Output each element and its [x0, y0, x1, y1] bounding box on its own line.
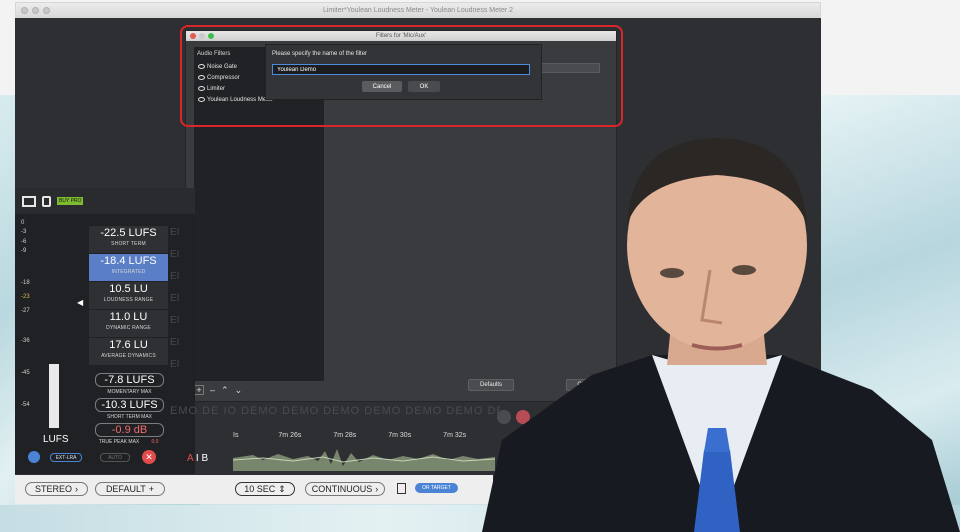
time-span-label: 10 SEC — [244, 484, 276, 494]
ext-lra-toggle[interactable]: EXT-LRA — [50, 453, 82, 462]
presenter-video — [482, 138, 960, 532]
move-up-button[interactable]: ⌃ — [221, 385, 229, 396]
ab-switch[interactable]: A I B — [187, 453, 208, 464]
stat-label: DYNAMIC RANGE — [106, 325, 151, 331]
demo-watermark-row: EMO DE IO DEMO DEMO DEMO DEMO DEMO DEMO … — [170, 405, 500, 417]
ab-separator: I — [195, 453, 199, 464]
lufs-unit-label: LUFS — [43, 434, 69, 445]
buy-pro-button[interactable]: BUY PRO — [57, 197, 84, 205]
stat-value: 10.5 LU — [109, 283, 148, 295]
stat-label: LOUDNESS RANGE — [103, 297, 154, 303]
default-label: DEFAULT — [105, 484, 146, 494]
scale-tick: -3 — [21, 229, 27, 235]
stat-value: 17.6 LU — [109, 339, 148, 351]
reset-button[interactable]: ✕ — [142, 450, 156, 464]
true-peak-extra: 0.0 — [151, 439, 159, 445]
ab-b[interactable]: B — [201, 453, 208, 464]
meter-logo-icon[interactable] — [22, 195, 36, 207]
momentary-max-label: MOMENTARY MAX — [107, 389, 152, 395]
stat-integrated[interactable]: -18.4 LUFS INTEGRATED — [89, 254, 168, 281]
move-down-button[interactable]: ⌄ — [235, 385, 243, 396]
stat-value: -22.5 LUFS — [100, 227, 157, 239]
demo-watermark: EI — [170, 337, 180, 348]
scale-tick: 0 — [21, 220, 25, 226]
short-term-max-label: SHORT TERM MAX — [106, 414, 152, 420]
scale-tick: -6 — [21, 239, 27, 245]
waveform-graph[interactable] — [233, 445, 495, 471]
chevron-right-icon: › — [375, 484, 379, 494]
demo-watermark: EI — [170, 359, 180, 370]
file-icon[interactable] — [397, 483, 406, 494]
loudness-meter-panel: BUY PRO 0 -3 -6 -9 -18 -23 -27 -36 -45 -… — [15, 188, 195, 474]
demo-watermark: EI — [170, 249, 180, 260]
host-titlebar: Limiter*Youlean Loudness Meter - Youlean… — [16, 3, 820, 19]
stat-value: -18.4 LUFS — [100, 255, 157, 267]
timeline-tick: 7m 28s — [333, 432, 357, 439]
momentary-max-value[interactable]: -7.8 LUFS — [95, 373, 164, 387]
stat-label: SHORT TERM — [111, 241, 146, 247]
scale-tick: -27 — [21, 308, 30, 314]
demo-watermark: EI — [170, 271, 180, 282]
or-target-button[interactable]: OR TARGET — [415, 483, 458, 493]
stat-label: AVERAGE DYNAMICS — [101, 353, 156, 359]
stat-short-term[interactable]: -22.5 LUFS SHORT TERM — [89, 226, 168, 253]
short-term-max-value[interactable]: -10.3 LUFS — [95, 398, 164, 412]
default-dropdown[interactable]: DEFAULT + — [95, 482, 165, 496]
remove-filter-button[interactable]: – — [210, 385, 215, 395]
continuous-dropdown[interactable]: CONTINUOUS › — [305, 482, 385, 496]
ab-a[interactable]: A — [187, 453, 193, 464]
chevron-right-icon: › — [75, 484, 78, 494]
timeline-tick: 7m 32s — [443, 432, 467, 439]
timeline-tick: 7m 30s — [388, 432, 412, 439]
highlight-annotation — [180, 25, 623, 127]
stat-average-dynamics[interactable]: 17.6 LU AVERAGE DYNAMICS — [89, 338, 168, 365]
demo-watermark: EI — [170, 315, 180, 326]
time-span-dropdown[interactable]: 10 SEC ⇕ — [235, 482, 295, 496]
stereo-label: STEREO — [34, 484, 72, 494]
auto-toggle[interactable]: AUTO — [100, 453, 130, 462]
timeline-ruler: Is 7m 26s 7m 28s 7m 30s 7m 32s — [233, 432, 466, 439]
window-controls[interactable] — [21, 7, 50, 14]
play-button[interactable] — [28, 451, 40, 463]
scale-tick: -23 — [21, 294, 30, 300]
stepper-icon: ⇕ — [278, 483, 286, 494]
true-peak-max-value[interactable]: -0.9 dB — [95, 423, 164, 437]
meter-toolbar: BUY PRO — [15, 188, 195, 214]
timeline-tick: 7m 26s — [278, 432, 302, 439]
stat-loudness-range[interactable]: 10.5 LU LOUDNESS RANGE — [89, 282, 168, 309]
lufs-meter-bar — [49, 364, 59, 428]
lock-icon[interactable] — [42, 195, 51, 207]
true-peak-max-label: TRUE PEAK MAX — [98, 439, 140, 445]
timeline-tick: Is — [233, 432, 239, 439]
stat-label: INTEGRATED — [111, 269, 146, 275]
demo-watermark: EI — [170, 293, 180, 304]
scale-tick: -9 — [21, 248, 27, 254]
plus-icon: + — [148, 484, 155, 494]
stat-dynamic-range[interactable]: 11.0 LU DYNAMIC RANGE — [89, 310, 168, 337]
host-window-title: Limiter*Youlean Loudness Meter - Youlean… — [322, 7, 514, 14]
demo-watermark-column: EI EI EI EI EI EI EI — [170, 222, 188, 402]
scale-tick: -36 — [21, 338, 30, 344]
stereo-dropdown[interactable]: STEREO › — [25, 482, 88, 496]
continuous-label: CONTINUOUS — [311, 484, 373, 494]
demo-watermark: EI — [170, 227, 180, 238]
scale-tick: -18 — [21, 280, 30, 286]
target-marker-icon: ◀ — [77, 298, 84, 307]
add-filter-button[interactable]: + — [194, 385, 204, 395]
stat-value: 11.0 LU — [109, 311, 148, 323]
